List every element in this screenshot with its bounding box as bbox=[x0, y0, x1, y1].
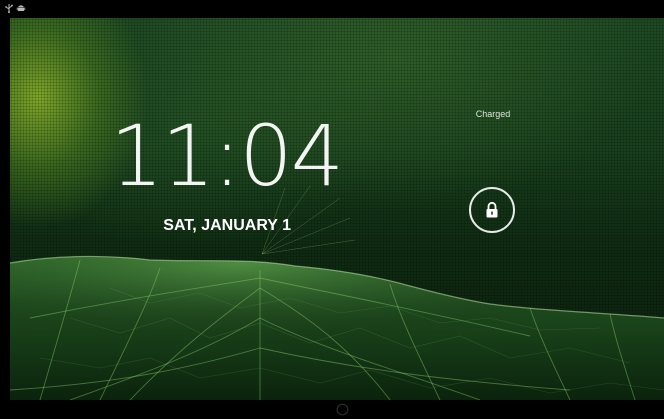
unlock-button[interactable] bbox=[469, 187, 515, 233]
usb-icon bbox=[5, 4, 13, 13]
clock-date: SAT, JANUARY 1 bbox=[163, 217, 291, 234]
battery-status-text: Charged bbox=[475, 109, 511, 119]
lock-screen: 11:04 SAT, JANUARY 1 Charged bbox=[0, 0, 664, 419]
android-icon bbox=[16, 5, 26, 11]
wallpaper bbox=[10, 18, 664, 400]
status-bar bbox=[0, 0, 664, 18]
lock-icon bbox=[486, 201, 498, 218]
clock-time: 11:04 bbox=[110, 107, 344, 205]
home-icon[interactable] bbox=[336, 403, 349, 416]
leaf-image bbox=[10, 185, 664, 400]
navigation-bar bbox=[0, 400, 664, 419]
